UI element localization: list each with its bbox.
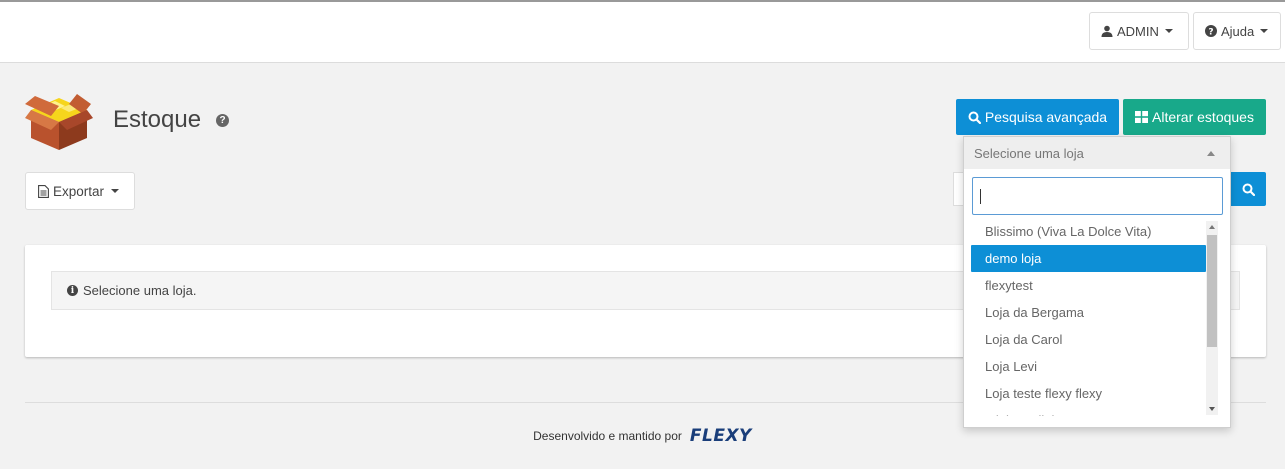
chevron-down-icon <box>1260 29 1269 33</box>
store-option[interactable]: Loja Levi <box>971 353 1206 380</box>
top-navbar: ADMIN ? Ajuda <box>0 2 1285 63</box>
store-option[interactable]: flexytest <box>971 272 1206 299</box>
search-button[interactable] <box>1231 172 1266 206</box>
user-menu-button[interactable]: ADMIN <box>1089 12 1189 50</box>
footer: Desenvolvido e mantido por FLEXY <box>0 426 1285 446</box>
store-option[interactable]: Blissimo (Viva La Dolce Vita) <box>971 218 1206 245</box>
store-option-highlighted[interactable]: demo loja <box>971 245 1206 272</box>
info-icon: i <box>67 285 78 296</box>
svg-text:?: ? <box>1208 28 1213 38</box>
store-option[interactable]: Minha Lojinha <box>971 407 1206 416</box>
advanced-search-button[interactable]: Pesquisa avançada <box>956 99 1119 135</box>
export-label: Exportar <box>53 183 105 199</box>
store-option[interactable]: Loja teste flexy flexy <box>971 380 1206 407</box>
options-scrollbar[interactable] <box>1206 221 1218 415</box>
scroll-up-arrow-icon[interactable] <box>1209 225 1215 229</box>
store-options-list: Blissimo (Viva La Dolce Vita) demo loja … <box>971 218 1206 416</box>
page-header: Estoque ? <box>25 88 230 152</box>
help-menu-button[interactable]: ? Ajuda <box>1193 12 1281 50</box>
scroll-down-arrow-icon[interactable] <box>1209 407 1215 411</box>
store-select-dropdown[interactable]: Selecione uma loja Blissimo (Viva La Dol… <box>963 136 1231 428</box>
chevron-down-icon <box>1164 29 1173 33</box>
question-circle-icon: ? <box>1205 25 1217 37</box>
chevron-up-icon <box>1207 151 1215 156</box>
chevron-down-icon <box>111 189 120 193</box>
text-cursor <box>980 189 981 204</box>
change-stock-label: Alterar estoques <box>1152 109 1254 125</box>
store-option[interactable]: Loja da Carol <box>971 326 1206 353</box>
help-menu-label: Ajuda <box>1221 23 1255 39</box>
store-select-placeholder: Selecione uma loja <box>974 145 1084 161</box>
search-icon <box>1242 183 1255 196</box>
store-select-header[interactable]: Selecione uma loja <box>964 137 1230 169</box>
alert-text: Selecione uma loja. <box>83 283 197 298</box>
help-icon[interactable]: ? <box>216 113 230 127</box>
search-icon <box>968 111 981 124</box>
store-filter-input[interactable] <box>972 177 1223 215</box>
change-stock-button[interactable]: Alterar estoques <box>1123 99 1266 135</box>
flexy-logo: FLEXY <box>689 426 752 446</box>
box-icon <box>25 88 93 152</box>
page-title: Estoque <box>113 106 202 133</box>
export-button[interactable]: Exportar <box>25 172 135 210</box>
footer-text: Desenvolvido e mantido por <box>533 429 682 443</box>
user-icon <box>1101 25 1113 37</box>
grid-icon <box>1135 111 1149 123</box>
advanced-search-label: Pesquisa avançada <box>984 109 1108 125</box>
scrollbar-thumb[interactable] <box>1207 235 1217 347</box>
store-option[interactable]: Loja da Bergama <box>971 299 1206 326</box>
user-menu-label: ADMIN <box>1117 23 1159 39</box>
file-icon <box>38 184 49 198</box>
